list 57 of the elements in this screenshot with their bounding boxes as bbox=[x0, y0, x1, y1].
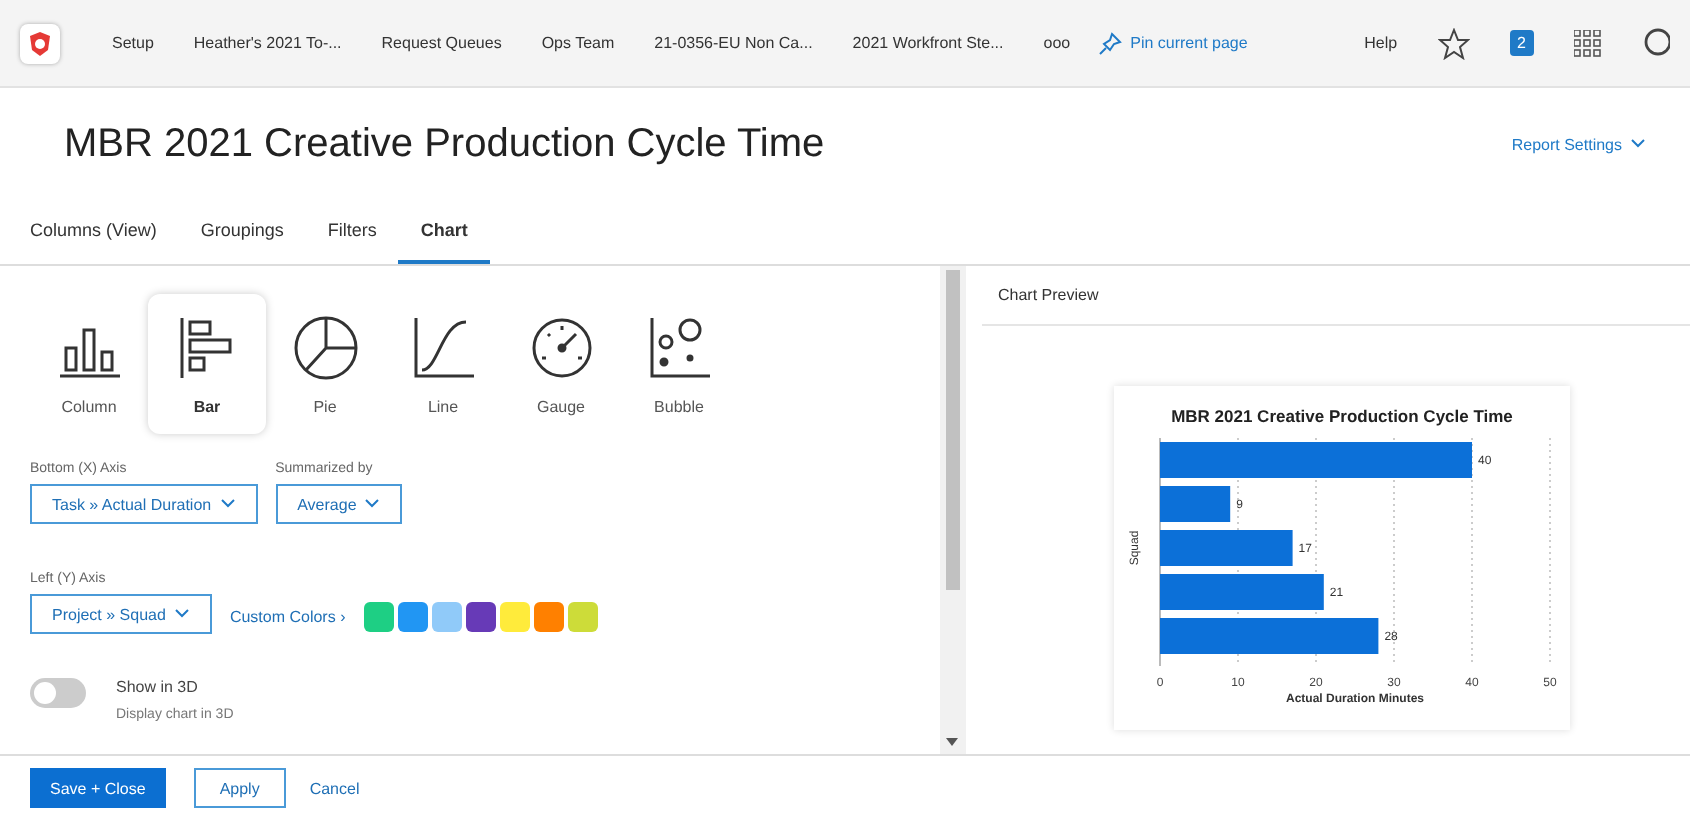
search-icon[interactable] bbox=[1642, 27, 1670, 59]
chart-type-button[interactable]: Line bbox=[384, 294, 502, 434]
toggle-switch[interactable] bbox=[30, 678, 86, 708]
help-link[interactable]: Help bbox=[1364, 34, 1398, 52]
nav-link[interactable]: Request Queues bbox=[381, 34, 502, 52]
chart-title: MBR 2021 Creative Production Cycle Time bbox=[1171, 406, 1513, 426]
chart-type-button[interactable]: Bubble bbox=[620, 294, 738, 434]
chevron-icon bbox=[1630, 138, 1646, 150]
chevron-icon bbox=[219, 498, 236, 510]
y-axis-dropdown[interactable]: Project » Squad bbox=[30, 594, 212, 634]
tab[interactable]: Groupings bbox=[178, 200, 306, 264]
nav-link[interactable]: Heather's 2021 To-... bbox=[193, 34, 342, 52]
grid-icon[interactable] bbox=[1574, 29, 1602, 57]
scroll-down-icon[interactable] bbox=[946, 738, 958, 746]
summary-dropdown[interactable]: Average bbox=[275, 484, 403, 524]
pin-link[interactable]: Pin current page bbox=[1098, 31, 1248, 55]
star-icon[interactable] bbox=[1437, 27, 1470, 59]
nav-link[interactable]: 2021 Workfront Ste... bbox=[852, 34, 1004, 52]
pie-chart-icon bbox=[291, 313, 359, 381]
logo-icon[interactable] bbox=[20, 23, 60, 63]
notification-badge[interactable]: 2 bbox=[1509, 30, 1534, 56]
color-swatch[interactable] bbox=[363, 602, 394, 632]
color-swatch[interactable] bbox=[465, 602, 496, 632]
color-swatch[interactable] bbox=[567, 602, 598, 632]
save-close-button[interactable]: Save + Close bbox=[30, 768, 166, 808]
pin-icon bbox=[1098, 31, 1123, 55]
chevron-icon bbox=[173, 608, 190, 620]
chart-type-button[interactable]: Bar bbox=[148, 294, 266, 434]
nav-link[interactable]: Ops Team bbox=[541, 34, 615, 52]
page-title: MBR 2021 Creative Production Cycle Time bbox=[64, 121, 825, 167]
color-swatch[interactable] bbox=[397, 602, 428, 632]
chart-type-button[interactable]: Pie bbox=[266, 294, 384, 434]
gauge-icon bbox=[527, 313, 595, 381]
tab[interactable]: Filters bbox=[305, 200, 399, 264]
report-settings-link[interactable]: Report Settings bbox=[1511, 135, 1646, 153]
scrollbar[interactable] bbox=[940, 266, 966, 754]
bubble-chart-icon bbox=[645, 313, 713, 381]
apply-button[interactable]: Apply bbox=[193, 768, 286, 808]
nav-link[interactable]: Setup bbox=[112, 34, 154, 52]
color-swatch[interactable] bbox=[533, 602, 564, 632]
custom-colors-link[interactable]: Custom Colors › bbox=[229, 608, 346, 626]
more-button[interactable]: ooo bbox=[1043, 34, 1071, 52]
chart-type-button[interactable]: Gauge bbox=[502, 294, 620, 434]
bar bbox=[1160, 530, 1293, 566]
nav-link[interactable]: 21-0356-EU Non Ca... bbox=[654, 34, 813, 52]
cancel-link[interactable]: Cancel bbox=[309, 779, 360, 797]
color-swatch[interactable] bbox=[431, 602, 462, 632]
toggle-label: Show in 3D bbox=[116, 678, 200, 696]
chart-type-button[interactable]: Column bbox=[30, 294, 148, 434]
tab[interactable]: Columns (View) bbox=[8, 200, 179, 264]
color-swatch[interactable] bbox=[499, 602, 530, 632]
tab[interactable]: Chart bbox=[398, 200, 490, 264]
line-chart-icon bbox=[409, 313, 477, 381]
x-axis-dropdown[interactable]: Task » Actual Duration bbox=[30, 484, 258, 524]
panel-heading: Chart Preview bbox=[982, 266, 1690, 326]
chevron-icon bbox=[364, 498, 381, 510]
bar bbox=[1160, 486, 1231, 522]
